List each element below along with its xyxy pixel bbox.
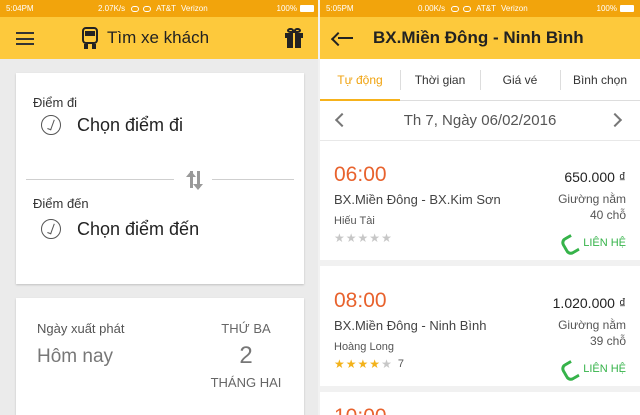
trip-route: BX.Miền Đông - BX.Kim Sơn	[334, 192, 501, 207]
star-icon: ★	[369, 357, 381, 371]
trip-price: 650.000 ₫	[564, 169, 626, 185]
operator-name: Hoàng Long	[334, 341, 394, 353]
tab-time[interactable]: Thời gian	[400, 59, 480, 101]
tab-auto[interactable]: Tự động	[320, 59, 400, 102]
wifi-icon	[143, 5, 152, 12]
weekday-label: THỨ BA	[221, 321, 271, 336]
location-pin-icon	[41, 115, 61, 135]
route-card: Điểm đi Chọn điểm đi Điểm đến Chọn điểm …	[16, 73, 304, 284]
date-card[interactable]: Ngày xuất phát Hôm nay THỨ BA 2 THÁNG HA…	[16, 298, 304, 415]
star-icon: ★	[369, 231, 381, 245]
star-icon: ★	[345, 357, 357, 371]
operator-name: Hiếu Tài	[334, 215, 375, 227]
status-carrier: AT&T	[476, 4, 496, 13]
departure-date-label: Ngày xuất phát	[37, 321, 125, 336]
results-screen: 5:05PM 0.00K/s AT&T Verizon 100% BX.Miền…	[320, 0, 640, 415]
trip-route: BX.Miền Đông - Ninh Bình	[334, 318, 487, 333]
seat-type: Giường nằm	[558, 192, 626, 206]
tab-price[interactable]: Giá vé	[480, 59, 560, 101]
departure-date-value: Hôm nay	[37, 346, 114, 367]
status-carrier-2: Verizon	[181, 4, 208, 13]
departure-time: 10:00	[334, 405, 387, 415]
divider	[26, 179, 174, 180]
rating-count: 7	[397, 358, 404, 370]
phone-icon	[562, 236, 575, 250]
gift-icon[interactable]	[285, 28, 303, 48]
battery-icon	[300, 5, 314, 12]
status-bar: 5:05PM 0.00K/s AT&T Verizon 100%	[320, 0, 640, 17]
from-label: Điểm đi	[33, 95, 78, 110]
star-icon: ★	[334, 357, 345, 371]
status-carrier: AT&T	[156, 4, 176, 13]
tab-rating[interactable]: Bình chọn	[560, 59, 640, 101]
status-time: 5:04PM	[6, 4, 34, 13]
seat-type: Giường nằm	[558, 318, 626, 332]
rating-stars: ★ ★ ★ ★ ★	[334, 232, 392, 244]
chevron-right-icon[interactable]	[607, 112, 623, 128]
star-icon: ★	[381, 231, 392, 245]
search-screen: 5:04PM 2.07K/s AT&T Verizon 100% Tìm xe …	[0, 0, 320, 415]
to-field[interactable]: Chọn điểm đến	[77, 219, 199, 240]
trip-card[interactable]: 08:00 BX.Miền Đông - Ninh Bình Hoàng Lon…	[320, 272, 640, 392]
from-field[interactable]: Chọn điểm đi	[77, 115, 183, 136]
status-icons	[131, 5, 152, 12]
contact-button[interactable]: LIÊN HỆ	[562, 362, 626, 376]
trip-card[interactable]: 06:00 BX.Miền Đông - BX.Kim Sơn Hiếu Tài…	[320, 146, 640, 266]
contact-button[interactable]: LIÊN HỆ	[562, 236, 626, 250]
contact-label: LIÊN HỆ	[583, 237, 626, 249]
app-bar: BX.Miền Đông - Ninh Bình	[320, 17, 640, 59]
status-icons	[451, 5, 472, 12]
back-arrow-icon[interactable]	[330, 30, 354, 47]
star-icon: ★	[381, 357, 392, 371]
wifi-icon	[463, 5, 472, 12]
bus-icon	[80, 27, 100, 49]
day-number: 2	[239, 342, 253, 369]
seat-count: 39 chỗ	[589, 334, 626, 348]
location-pin-icon	[41, 219, 61, 239]
month-label: THÁNG HAI	[210, 375, 282, 390]
alarm-icon	[451, 5, 460, 12]
status-carrier-2: Verizon	[501, 4, 528, 13]
status-battery-level: 100%	[276, 4, 297, 13]
departure-time: 06:00	[334, 163, 387, 186]
battery-icon	[620, 5, 634, 12]
status-speed: 2.07K/s	[98, 4, 126, 13]
contact-label: LIÊN HỆ	[583, 363, 626, 375]
swap-icon[interactable]	[184, 169, 206, 191]
star-icon: ★	[357, 231, 369, 245]
seat-count: 40 chỗ	[589, 208, 626, 222]
to-label: Điểm đến	[33, 196, 89, 211]
status-time: 5:05PM	[326, 4, 354, 13]
departure-time: 08:00	[334, 289, 387, 312]
star-icon: ★	[345, 231, 357, 245]
alarm-icon	[131, 5, 140, 12]
selected-date: Th 7, Ngày 06/02/2016	[403, 112, 557, 129]
status-bar: 5:04PM 2.07K/s AT&T Verizon 100%	[0, 0, 320, 17]
trip-price: 1.020.000 ₫	[552, 295, 626, 311]
hamburger-icon[interactable]	[16, 32, 34, 45]
page-title: Tìm xe khách	[107, 28, 210, 47]
star-icon: ★	[357, 357, 369, 371]
star-icon: ★	[334, 231, 345, 245]
status-speed: 0.00K/s	[418, 4, 446, 13]
phone-icon	[562, 362, 575, 376]
page-title: BX.Miền Đông - Ninh Bình	[373, 28, 584, 47]
chevron-left-icon[interactable]	[334, 112, 350, 128]
status-battery-level: 100%	[596, 4, 617, 13]
date-navigator: Th 7, Ngày 06/02/2016	[320, 101, 640, 141]
divider	[212, 179, 294, 180]
sort-tabs: Tự động Thời gian Giá vé Bình chọn	[320, 59, 640, 102]
rating-stars: ★ ★ ★ ★ ★ 7	[334, 358, 404, 370]
app-bar: Tìm xe khách	[0, 17, 320, 59]
